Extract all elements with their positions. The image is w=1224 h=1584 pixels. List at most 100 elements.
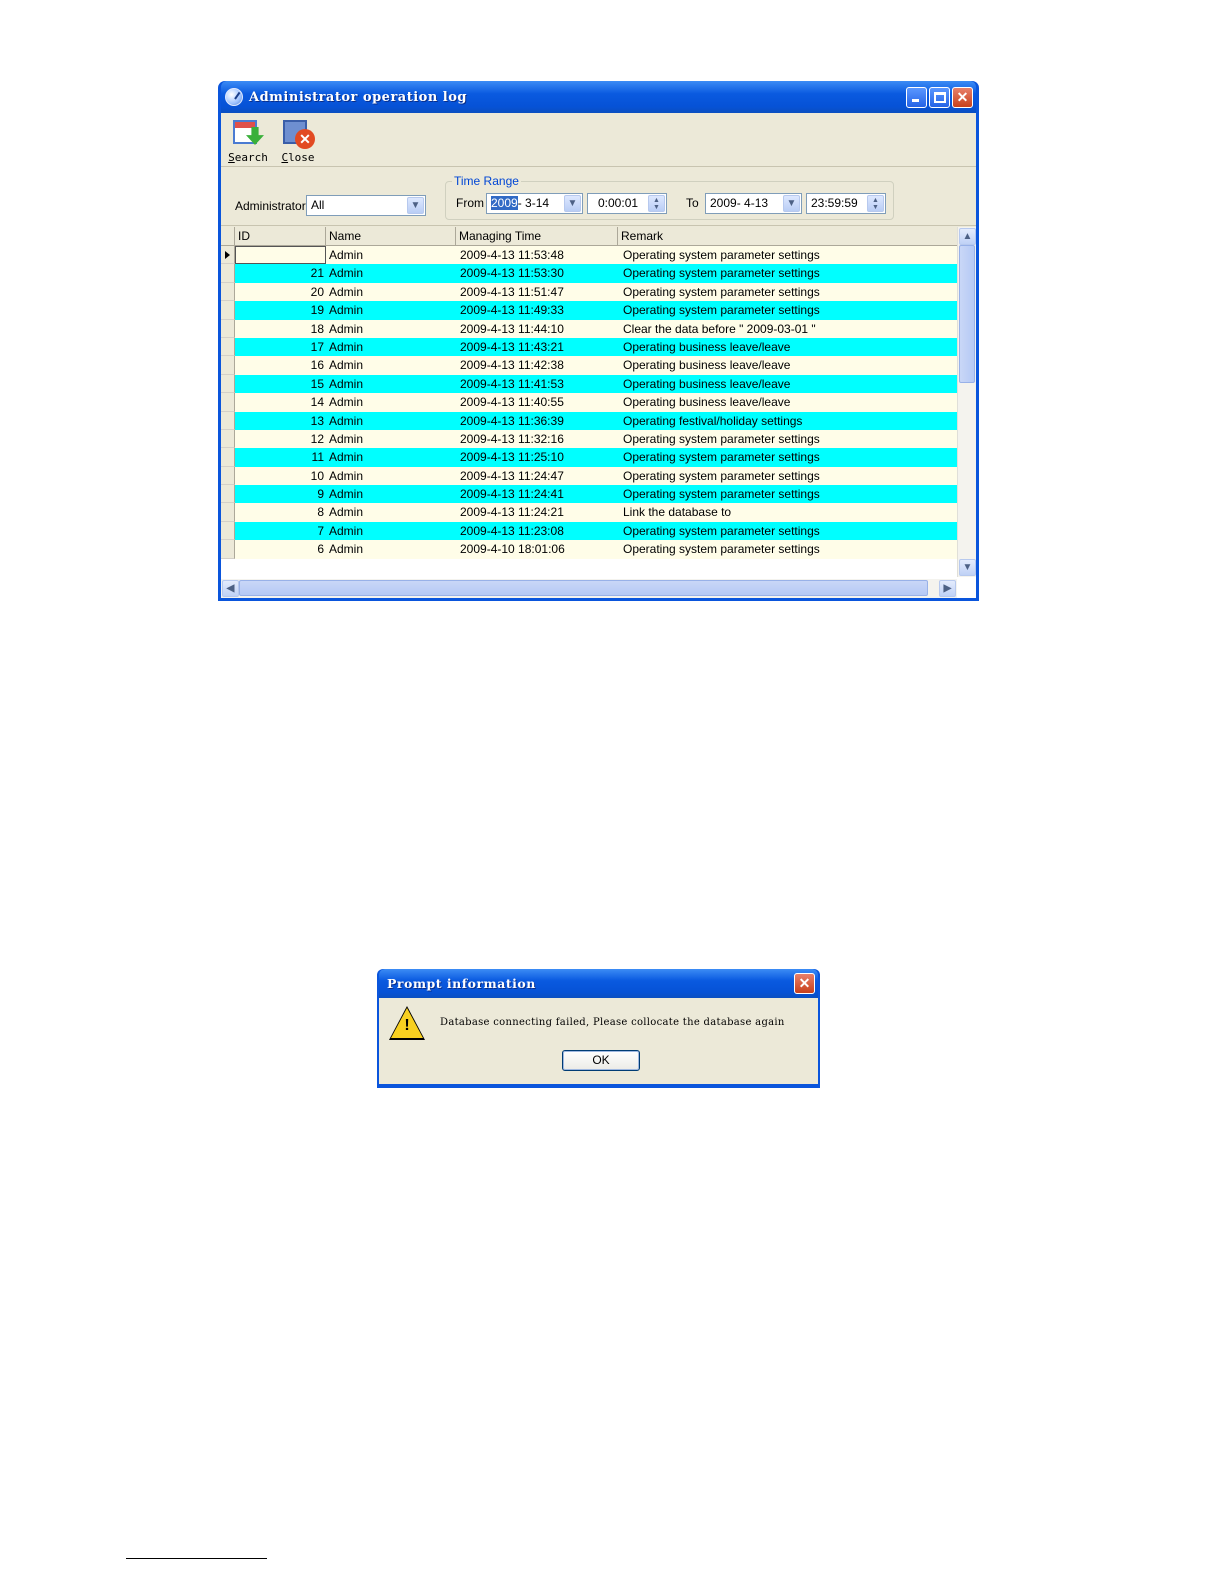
cell-id[interactable]: 8 <box>235 503 326 521</box>
cell-managing-time[interactable]: 2009-4-13 11:32:16 <box>459 430 621 448</box>
window-close-button[interactable]: ✕ <box>952 86 973 108</box>
cell-name[interactable]: Admin <box>328 301 458 319</box>
scroll-up-icon[interactable]: ▲ <box>959 228 976 245</box>
cell-managing-time[interactable]: 2009-4-13 11:53:30 <box>459 264 621 282</box>
table-row[interactable]: 17 Admin 2009-4-13 11:43:21 Operating busin… <box>221 337 957 357</box>
cell-name[interactable]: Admin <box>328 375 458 393</box>
cell-managing-time[interactable]: 2009-4-13 11:24:47 <box>459 467 621 485</box>
cell-remark[interactable]: Operating system parameter settings <box>621 448 957 466</box>
cell-remark[interactable]: Operating business leave/leave <box>621 356 957 374</box>
table-row[interactable]: 10 Admin 2009-4-13 11:24:47 Operating syste… <box>221 466 957 486</box>
to-date-picker[interactable]: 2009- 4-13 ▼ <box>705 193 802 214</box>
cell-id[interactable]: 9 <box>235 485 326 503</box>
cell-managing-time[interactable]: 2009-4-10 18:01:06 <box>459 540 621 558</box>
cell-name[interactable]: Admin <box>328 246 458 264</box>
cell-id[interactable]: 12 <box>235 430 326 448</box>
cell-remark[interactable]: Link the database to <box>621 503 957 521</box>
cell-name[interactable]: Admin <box>328 448 458 466</box>
cell-id[interactable]: 18 <box>235 320 326 338</box>
cell-remark[interactable]: Clear the data before " 2009-03-01 " <box>621 320 957 338</box>
column-header-remark[interactable]: Remark <box>618 227 957 246</box>
cell-id[interactable]: 7 <box>235 522 326 540</box>
horizontal-scrollbar[interactable]: ◀ ▶ <box>221 579 957 598</box>
cell-remark[interactable]: Operating festival/holiday settings <box>621 412 957 430</box>
cell-id[interactable]: 17 <box>235 338 326 356</box>
cell-id[interactable]: 16 <box>235 356 326 374</box>
cell-managing-time[interactable]: 2009-4-13 11:25:10 <box>459 448 621 466</box>
cell-remark[interactable]: Operating system parameter settings <box>621 467 957 485</box>
cell-remark[interactable]: Operating system parameter settings <box>621 485 957 503</box>
table-row[interactable]: 16 Admin 2009-4-13 11:42:38 Operating busin… <box>221 356 957 375</box>
cell-id[interactable]: 10 <box>235 467 326 485</box>
to-time-spinner[interactable]: 23:59:59 ▲ ▼ <box>806 193 886 214</box>
table-row[interactable]: 21 Admin 2009-4-13 11:53:30 Operating syste… <box>221 264 957 283</box>
cell-id[interactable]: 19 <box>235 301 326 319</box>
table-row[interactable]: 15 Admin 2009-4-13 11:41:53 Operating busin… <box>221 374 957 394</box>
table-row[interactable]: 18 Admin 2009-4-13 11:44:10 Clear the data … <box>221 319 957 338</box>
cell-managing-time[interactable]: 2009-4-13 11:41:53 <box>459 375 621 393</box>
from-time-spinner[interactable]: 0:00:01 ▲ ▼ <box>587 193 667 214</box>
table-row[interactable]: 14 Admin 2009-4-13 11:40:55 Operating busin… <box>221 393 957 412</box>
vertical-scroll-thumb[interactable] <box>959 245 975 383</box>
cell-managing-time[interactable]: 2009-4-13 11:42:38 <box>459 356 621 374</box>
cell-name[interactable]: Admin <box>328 467 458 485</box>
dialog-close-button[interactable]: ✕ <box>794 973 815 994</box>
cell-name[interactable]: Admin <box>328 264 458 282</box>
scroll-left-icon[interactable]: ◀ <box>222 580 239 597</box>
cell-managing-time[interactable]: 2009-4-13 11:40:55 <box>459 393 621 411</box>
cell-id[interactable]: 21 <box>235 264 326 282</box>
maximize-button[interactable] <box>929 86 950 108</box>
table-row[interactable]: 11 Admin 2009-4-13 11:25:10 Operating syste… <box>221 448 957 467</box>
cell-managing-time[interactable]: 2009-4-13 11:49:33 <box>459 301 621 319</box>
chevron-down-icon[interactable]: ▼ <box>407 197 424 214</box>
cell-name[interactable]: Admin <box>328 503 458 521</box>
table-row[interactable]: 19 Admin 2009-4-13 11:49:33 Operating syste… <box>221 301 957 320</box>
chevron-down-icon[interactable]: ▼ <box>564 195 581 212</box>
minimize-button[interactable] <box>906 86 927 108</box>
cell-name[interactable]: Admin <box>328 485 458 503</box>
dialog-titlebar[interactable]: Prompt information ✕ <box>379 969 818 998</box>
cell-remark[interactable]: Operating business leave/leave <box>621 338 957 356</box>
cell-managing-time[interactable]: 2009-4-13 11:51:47 <box>459 283 621 301</box>
cell-id[interactable]: 14 <box>235 393 326 411</box>
cell-id[interactable]: 13 <box>235 412 326 430</box>
cell-name[interactable]: Admin <box>328 283 458 301</box>
cell-name[interactable]: Admin <box>328 393 458 411</box>
cell-id[interactable]: 15 <box>235 375 326 393</box>
cell-name[interactable]: Admin <box>328 320 458 338</box>
scroll-down-icon[interactable]: ▼ <box>959 559 976 576</box>
cell-remark[interactable]: Operating system parameter settings <box>621 301 957 319</box>
cell-name[interactable]: Admin <box>328 540 458 558</box>
table-row[interactable]: 12 Admin 2009-4-13 11:32:16 Operating syste… <box>221 429 957 449</box>
cell-managing-time[interactable]: 2009-4-13 11:43:21 <box>459 338 621 356</box>
cell-remark[interactable]: Operating business leave/leave <box>621 393 957 411</box>
table-row[interactable]: 13 Admin 2009-4-13 11:36:39 Operating festi… <box>221 411 957 430</box>
cell-managing-time[interactable]: 2009-4-13 11:23:08 <box>459 522 621 540</box>
cell-remark[interactable]: Operating system parameter settings <box>621 283 957 301</box>
cell-managing-time[interactable]: 2009-4-13 11:53:48 <box>459 246 621 264</box>
cell-remark[interactable]: Operating system parameter settings <box>621 264 957 282</box>
cell-managing-time[interactable]: 2009-4-13 11:44:10 <box>459 320 621 338</box>
cell-managing-time[interactable]: 2009-4-13 11:36:39 <box>459 412 621 430</box>
cell-id[interactable]: 6 <box>235 540 326 558</box>
cell-name[interactable]: Admin <box>328 430 458 448</box>
column-header-managing-time[interactable]: Managing Time <box>456 227 618 246</box>
table-row[interactable]: 9 Admin 2009-4-13 11:24:41 Operating system… <box>221 485 957 504</box>
spin-updown-icon[interactable]: ▲ ▼ <box>648 195 665 212</box>
cell-remark[interactable]: Operating system parameter settings <box>621 522 957 540</box>
administrator-select[interactable]: All ▼ <box>306 195 426 216</box>
cell-id[interactable]: 20 <box>235 283 326 301</box>
cell-remark[interactable]: Operating system parameter settings <box>621 430 957 448</box>
from-date-year[interactable]: 2009 <box>491 196 518 210</box>
spin-updown-icon[interactable]: ▲ ▼ <box>867 195 884 212</box>
table-row[interactable]: 20 Admin 2009-4-13 11:51:47 Operating syste… <box>221 282 957 302</box>
table-row[interactable]: Admin 2009-4-13 11:53:48 Operating system … <box>221 246 957 265</box>
cell-id[interactable]: 11 <box>235 448 326 466</box>
cell-remark[interactable]: Operating business leave/leave <box>621 375 957 393</box>
cell-id[interactable] <box>235 246 326 265</box>
window-titlebar[interactable]: Administrator operation log ✕ <box>221 81 976 113</box>
horizontal-scroll-thumb[interactable] <box>239 580 928 596</box>
cell-name[interactable]: Admin <box>328 412 458 430</box>
column-header-id[interactable]: ID <box>235 227 326 246</box>
scroll-right-icon[interactable]: ▶ <box>939 580 956 597</box>
